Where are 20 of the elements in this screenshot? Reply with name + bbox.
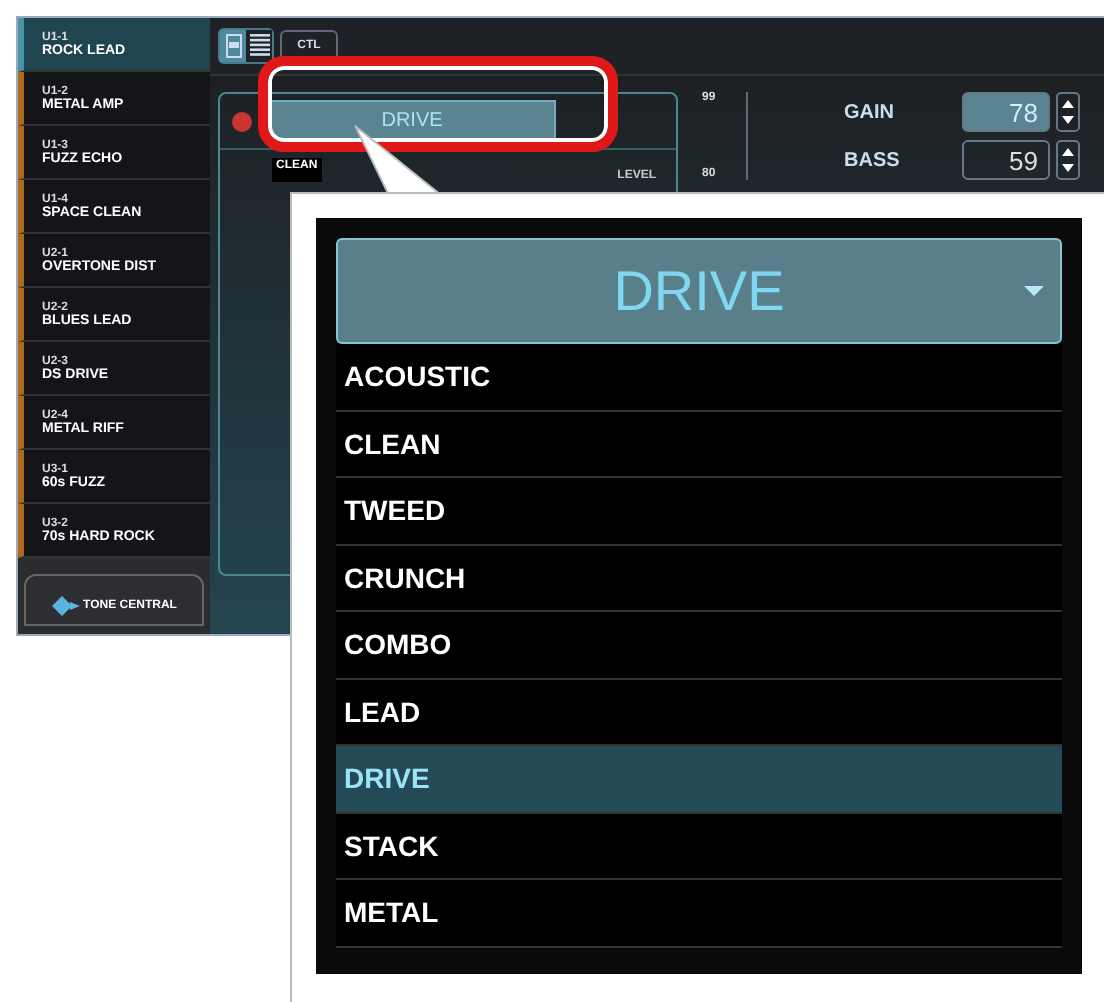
dropdown-option[interactable]: STACK: [336, 813, 1062, 880]
diamond-icon: [51, 595, 80, 615]
dropdown-option[interactable]: CLEAN: [336, 411, 1062, 478]
knob-label: BASS: [844, 149, 902, 171]
dropdown-option[interactable]: DRIVE: [336, 746, 1062, 813]
caret-icon: [1024, 286, 1044, 296]
dropdown-option[interactable]: ACOUSTIC: [336, 344, 1062, 411]
spinner-icon[interactable]: [1056, 140, 1080, 180]
dropdown-option[interactable]: TWEED: [336, 478, 1062, 545]
dropdown-option[interactable]: LEAD: [336, 679, 1062, 746]
power-icon[interactable]: [232, 111, 252, 131]
list-view-button[interactable]: [246, 30, 272, 62]
dropdown-option[interactable]: COMBO: [336, 612, 1062, 679]
list-icon: [249, 34, 269, 58]
dropdown-option[interactable]: METAL: [336, 880, 1062, 947]
knob-label: GAIN: [844, 101, 896, 123]
spinner-icon[interactable]: [1056, 92, 1080, 132]
dropdown-option[interactable]: CRUNCH: [336, 545, 1062, 612]
panel-icon: [225, 34, 241, 58]
value-field[interactable]: 59: [962, 140, 1050, 180]
